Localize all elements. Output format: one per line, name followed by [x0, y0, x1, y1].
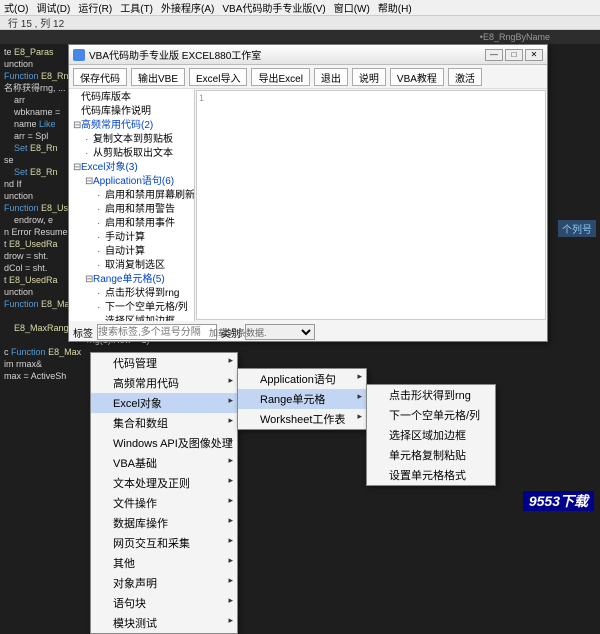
menu-item[interactable]: 模块测试 — [91, 613, 237, 633]
menu-item[interactable]: 对象声明 — [91, 573, 237, 593]
menu-item[interactable]: Windows API及图像处理 — [91, 433, 237, 453]
context-menu-2[interactable]: Application语句Range单元格Worksheet工作表 — [237, 368, 367, 430]
tree-node[interactable]: ·手动计算 — [71, 231, 192, 245]
dialog-titlebar[interactable]: VBA代码助手专业版 EXCEL880工作室 — □ ✕ — [69, 45, 547, 65]
menu-item[interactable]: 代码管理 — [91, 353, 237, 373]
menu-window[interactable]: 窗口(W) — [334, 0, 370, 15]
menu-format[interactable]: 式(O) — [4, 0, 28, 15]
output-vbe-button[interactable]: 输出VBE — [131, 68, 185, 86]
tree-node[interactable]: ·选择区域加边框 — [71, 315, 192, 321]
menu-item[interactable]: 高频常用代码 — [91, 373, 237, 393]
load-status: 加载92条数据. — [209, 326, 267, 339]
watermark-text: 9553下载 — [523, 491, 594, 511]
tree-node[interactable]: ·启用和禁用屏幕刷新 — [71, 189, 192, 203]
watermark-badge: 9553下载 — [523, 491, 594, 511]
app-icon — [73, 49, 85, 61]
tree-node[interactable]: ⊟Excel对象(3) — [71, 161, 192, 175]
save-code-button[interactable]: 保存代码 — [73, 68, 127, 86]
menu-item[interactable]: 设置单元格格式 — [367, 465, 495, 485]
menu-item[interactable]: 文件操作 — [91, 493, 237, 513]
maximize-button[interactable]: □ — [505, 49, 523, 61]
exit-button[interactable]: 退出 — [314, 68, 348, 86]
menu-addins[interactable]: 外接程序(A) — [161, 0, 214, 15]
tree-node[interactable]: ·启用和禁用事件 — [71, 217, 192, 231]
activate-button[interactable]: 激活 — [448, 68, 482, 86]
editor-tabs: • E8_RngByName — [0, 30, 600, 44]
tree-node[interactable]: ·启用和禁用警告 — [71, 203, 192, 217]
menu-item[interactable]: Range单元格 — [238, 389, 366, 409]
excel-import-button[interactable]: Excel导入 — [189, 68, 247, 86]
minimize-button[interactable]: — — [485, 49, 503, 61]
menu-debug[interactable]: 调试(D) — [36, 0, 70, 15]
tab-name[interactable]: E8_RngByName — [483, 32, 550, 42]
close-button[interactable]: ✕ — [525, 49, 543, 61]
dialog-footer: 标签 类别 — [69, 321, 547, 343]
menu-item[interactable]: 单元格复制粘贴 — [367, 445, 495, 465]
tag-search-input[interactable] — [97, 324, 217, 340]
menu-vba-helper[interactable]: VBA代码助手专业版(V) — [222, 0, 325, 15]
menu-help[interactable]: 帮助(H) — [378, 0, 412, 15]
tree-node[interactable]: ·复制文本到剪贴板 — [71, 133, 192, 147]
context-menu-1[interactable]: 代码管理高频常用代码Excel对象集合和数组Windows API及图像处理VB… — [90, 352, 238, 634]
menu-item[interactable]: 点击形状得到rng — [367, 385, 495, 405]
menu-item[interactable]: 数据库操作 — [91, 513, 237, 533]
menu-tools[interactable]: 工具(T) — [120, 0, 153, 15]
dialog-title: VBA代码助手专业版 EXCEL880工作室 — [89, 47, 261, 62]
menu-item[interactable]: Worksheet工作表 — [238, 409, 366, 429]
menu-item[interactable]: 下一个空单元格/列 — [367, 405, 495, 425]
menu-item[interactable]: 网页交互和采集 — [91, 533, 237, 553]
tree-node[interactable]: ·下一个空单元格/列 — [71, 301, 192, 315]
menu-item[interactable]: 集合和数组 — [91, 413, 237, 433]
help-button[interactable]: 说明 — [352, 68, 386, 86]
menu-item[interactable]: 选择区域加边框 — [367, 425, 495, 445]
cursor-pos: 行 15 , 列 12 — [8, 15, 64, 30]
cursor-status: 行 15 , 列 12 — [0, 16, 600, 30]
menu-item[interactable]: 语句块 — [91, 593, 237, 613]
fold-marker: 个列号 — [558, 220, 596, 237]
context-menu-3[interactable]: 点击形状得到rng下一个空单元格/列选择区域加边框单元格复制粘贴设置单元格格式 — [366, 384, 496, 486]
main-menu[interactable]: 式(O) 调试(D) 运行(R) 工具(T) 外接程序(A) VBA代码助手专业… — [0, 0, 600, 16]
code-preview[interactable]: 1 — [196, 90, 546, 320]
tree-node[interactable]: ⊟Application语句(6) — [71, 175, 192, 189]
vba-helper-dialog: VBA代码助手专业版 EXCEL880工作室 — □ ✕ 保存代码 输出VBE … — [68, 44, 548, 342]
tree-node[interactable]: 代码库版本 — [71, 91, 192, 105]
tag-label: 标签 — [73, 325, 93, 340]
menu-item[interactable]: Excel对象 — [91, 393, 237, 413]
menu-run[interactable]: 运行(R) — [78, 0, 112, 15]
tree-node[interactable]: ·取消复制选区 — [71, 259, 192, 273]
vba-tutorial-button[interactable]: VBA教程 — [390, 68, 444, 86]
line-number: 1 — [199, 93, 204, 103]
tree-node[interactable]: ·点击形状得到rng — [71, 287, 192, 301]
tree-node[interactable]: ⊟高频常用代码(2) — [71, 119, 192, 133]
tree-node[interactable]: 代码库操作说明 — [71, 105, 192, 119]
tree-node[interactable]: ·自动计算 — [71, 245, 192, 259]
menu-item[interactable]: 其他 — [91, 553, 237, 573]
tree-node[interactable]: ·从剪贴板取出文本 — [71, 147, 192, 161]
export-excel-button[interactable]: 导出Excel — [251, 68, 309, 86]
menu-item[interactable]: VBA基础 — [91, 453, 237, 473]
dialog-toolbar: 保存代码 输出VBE Excel导入 导出Excel 退出 说明 VBA教程 激… — [69, 65, 547, 89]
tree-node[interactable]: ⊟Range单元格(5) — [71, 273, 192, 287]
menu-item[interactable]: 文本处理及正则 — [91, 473, 237, 493]
menu-item[interactable]: Application语句 — [238, 369, 366, 389]
code-tree[interactable]: 代码库版本代码库操作说明⊟高频常用代码(2)·复制文本到剪贴板·从剪贴板取出文本… — [69, 89, 195, 321]
